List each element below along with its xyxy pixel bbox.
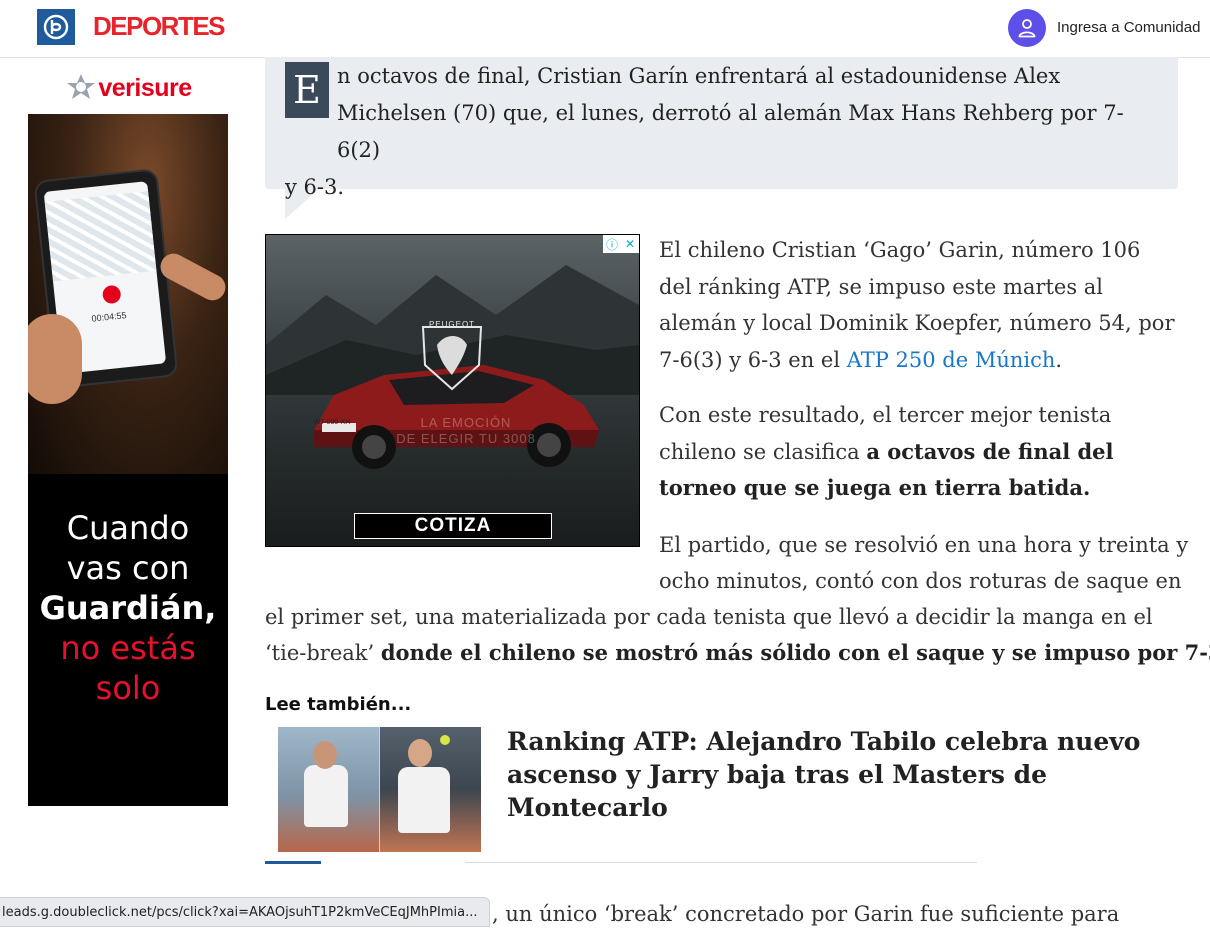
article-paragraph: Con este resultado, el tercer mejor teni… bbox=[659, 397, 1179, 507]
quote-line: y 6-3. bbox=[285, 175, 345, 199]
article-paragraph-line: ‘tie-break’ donde el chileno se mostró m… bbox=[265, 635, 1210, 672]
ad-slogan-line: DE ELEGIR TU 3008 bbox=[396, 431, 536, 446]
article-paragraph: El chileno Cristian ‘Gago’ Garin, número… bbox=[659, 232, 1179, 378]
alarm-dot-icon bbox=[101, 284, 122, 305]
verisure-mark-icon bbox=[67, 74, 96, 99]
hand-palm bbox=[28, 314, 82, 404]
paragraph-text: . bbox=[1055, 347, 1063, 372]
ad-brand-name: verisure bbox=[98, 73, 192, 102]
ad-copy-line: Guardián, bbox=[39, 589, 217, 627]
inline-advertisement[interactable]: ⓘ ✕ PEUGEOT WT-080-XH LA EMOCIÓN DE ELEG… bbox=[265, 234, 640, 547]
divider-accent bbox=[265, 861, 321, 864]
player-head bbox=[313, 741, 337, 769]
ad-info-icon[interactable]: ⓘ bbox=[603, 235, 621, 253]
quote-line: Michelsen (70) que, el lunes, derrotó al… bbox=[337, 101, 1124, 162]
ad-photo: 00:04:55 bbox=[28, 114, 228, 474]
atp-munich-link[interactable]: ATP 250 de Múnich bbox=[847, 348, 1056, 372]
divider-line bbox=[465, 862, 977, 863]
paragraph-text: ‘tie-break’ bbox=[265, 641, 381, 665]
tennis-ball-icon bbox=[440, 735, 450, 745]
verisure-logo: verisure bbox=[64, 71, 192, 105]
paragraph-text: , un único ‘break’ concretado por Garin … bbox=[492, 902, 1120, 926]
cotiza-button[interactable]: COTIZA bbox=[354, 513, 552, 539]
ad-slogan-line: LA EMOCIÓN bbox=[420, 415, 512, 430]
car-brand: PEUGEOT bbox=[428, 320, 476, 329]
ad-choices[interactable]: ⓘ ✕ bbox=[603, 235, 639, 253]
thumb-photo-right bbox=[380, 727, 481, 852]
ad-copy-line: solo bbox=[95, 669, 161, 707]
ad-close-icon[interactable]: ✕ bbox=[621, 235, 639, 253]
related-thumbnail[interactable] bbox=[278, 727, 481, 852]
player-figure bbox=[398, 767, 450, 833]
user-avatar[interactable] bbox=[1008, 9, 1046, 47]
article-paragraph-line: ocho minutos, contó con dos roturas de s… bbox=[659, 569, 1182, 593]
related-article-title[interactable]: Ranking ATP: Alejandro Tabilo celebra nu… bbox=[507, 725, 1157, 824]
user-icon bbox=[1018, 19, 1036, 38]
license-plate: WT-080-XH bbox=[313, 419, 351, 426]
login-link[interactable]: Ingresa a Comunidad bbox=[1057, 19, 1200, 36]
ad-copy-line: no estás bbox=[60, 629, 196, 667]
related-label: Lee también... bbox=[265, 694, 412, 715]
side-advertisement[interactable]: verisure 00:04:55 Cuando vas con Guardiá… bbox=[28, 62, 228, 806]
browser-status-bar: leads.g.doubleclick.net/pcs/click?xai=AK… bbox=[0, 897, 490, 927]
ad-copy-line: Cuando bbox=[66, 509, 190, 547]
section-title[interactable]: DEPORTES bbox=[93, 11, 226, 42]
thumb-photo-left bbox=[278, 727, 379, 852]
ad-copy: Cuando vas con Guardián, no estás solo bbox=[28, 508, 228, 708]
site-logo[interactable] bbox=[37, 9, 75, 45]
quote-line: n octavos de final, Cristian Garín enfre… bbox=[337, 64, 1061, 88]
ad-copy-line: vas con bbox=[66, 549, 190, 587]
article-paragraph-line: el primer set, una materializada por cad… bbox=[265, 605, 1153, 629]
paragraph-bold: donde el chileno se mostró más sólido co… bbox=[380, 640, 1210, 665]
phone-map bbox=[44, 191, 157, 282]
player-figure bbox=[304, 765, 348, 827]
article-paragraph-line: El partido, que se resolvió en una hora … bbox=[659, 533, 1189, 557]
ad-slogan: LA EMOCIÓN DE ELEGIR TU 3008 bbox=[366, 415, 566, 447]
player-head bbox=[408, 739, 432, 767]
site-header: DEPORTES Ingresa a Comunidad bbox=[0, 0, 1210, 58]
quote-text: n octavos de final, Cristian Garín enfre… bbox=[285, 58, 1160, 206]
ad-brand-bar: verisure bbox=[28, 62, 228, 114]
logo-icon bbox=[43, 14, 69, 40]
